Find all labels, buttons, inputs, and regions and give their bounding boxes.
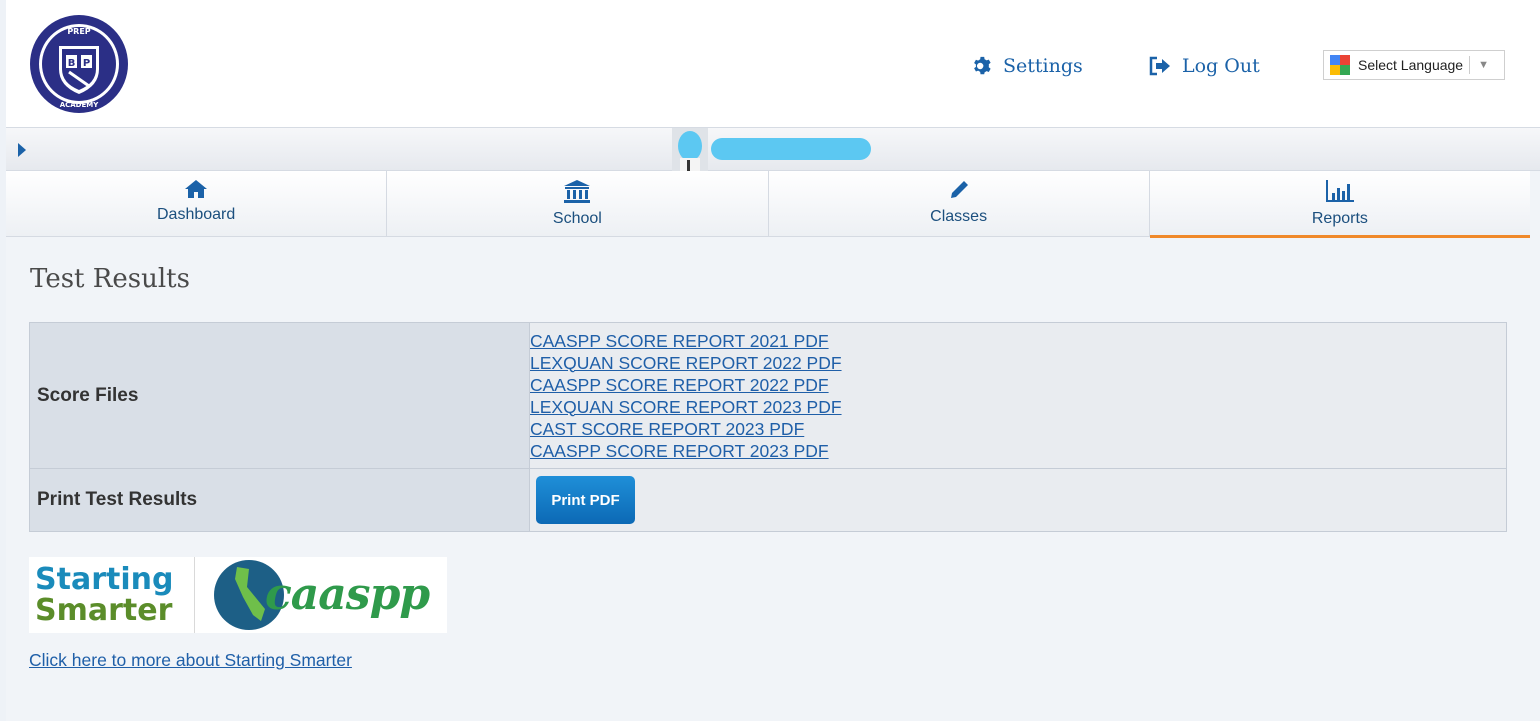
tab-label: School bbox=[552, 210, 602, 227]
table-row: Score Files CAASPP SCORE REPORT 2021 PDF… bbox=[29, 322, 1507, 469]
school-logo[interactable]: B P PREP ACADEMY bbox=[29, 14, 129, 114]
score-file-link[interactable]: CAASPP SCORE REPORT 2022 PDF bbox=[530, 374, 1506, 396]
page-title: Test Results bbox=[30, 264, 190, 294]
print-results-cell: Print PDF bbox=[529, 468, 1507, 532]
header: B P PREP ACADEMY Settings Log Out Select… bbox=[6, 0, 1540, 127]
print-pdf-button[interactable]: Print PDF bbox=[536, 476, 635, 524]
page: B P PREP ACADEMY Settings Log Out Select… bbox=[6, 0, 1540, 721]
pencil-icon bbox=[950, 181, 968, 198]
score-file-link[interactable]: CAST SCORE REPORT 2023 PDF bbox=[530, 418, 1506, 440]
bar-chart-icon bbox=[1325, 180, 1354, 202]
starting-smarter-link[interactable]: Click here to more about Starting Smarte… bbox=[29, 650, 352, 671]
svg-text:ACADEMY: ACADEMY bbox=[60, 101, 100, 109]
score-file-link[interactable]: CAASPP SCORE REPORT 2021 PDF bbox=[530, 330, 1506, 352]
caaspp-wordmark: caaspp bbox=[265, 569, 430, 620]
tab-classes[interactable]: Classes bbox=[768, 171, 1150, 237]
logout-link[interactable]: Log Out bbox=[1148, 52, 1260, 80]
sign-out-icon bbox=[1149, 56, 1170, 76]
language-select[interactable]: Select Language ▼ bbox=[1323, 50, 1505, 80]
logout-label: Log Out bbox=[1182, 55, 1260, 77]
starting-smarter-logo: Starting Smarter bbox=[29, 557, 195, 633]
banner-line1: Starting bbox=[35, 562, 174, 597]
starting-smarter-banner[interactable]: Starting Smarter caaspp bbox=[29, 557, 447, 633]
settings-label: Settings bbox=[1003, 55, 1083, 77]
user-bar: oski bbox=[6, 127, 1540, 171]
print-results-label: Print Test Results bbox=[29, 468, 530, 532]
table-row: Print Test Results Print PDF bbox=[29, 468, 1507, 532]
gear-icon bbox=[974, 56, 991, 75]
main-nav-tabs: Dashboard School Classes Reports bbox=[6, 171, 1530, 238]
tab-dashboard[interactable]: Dashboard bbox=[6, 171, 388, 237]
score-file-link[interactable]: LEXQUAN SCORE REPORT 2022 PDF bbox=[530, 352, 1506, 374]
score-file-link[interactable]: CAASPP SCORE REPORT 2023 PDF bbox=[530, 440, 1506, 462]
divider bbox=[1469, 56, 1471, 74]
settings-link[interactable]: Settings bbox=[971, 52, 1083, 80]
dropdown-arrow-icon: ▼ bbox=[1478, 59, 1489, 71]
score-files-list: CAASPP SCORE REPORT 2021 PDF LEXQUAN SCO… bbox=[529, 322, 1507, 469]
test-results-table: Score Files CAASPP SCORE REPORT 2021 PDF… bbox=[29, 322, 1507, 532]
tab-school[interactable]: School bbox=[387, 171, 769, 237]
expand-arrow-icon[interactable] bbox=[18, 143, 26, 157]
svg-text:P: P bbox=[83, 58, 90, 69]
institution-icon bbox=[564, 180, 591, 203]
google-translate-icon bbox=[1330, 55, 1350, 75]
svg-text:B: B bbox=[68, 58, 76, 69]
tab-reports[interactable]: Reports bbox=[1149, 171, 1530, 238]
tab-label: Dashboard bbox=[156, 206, 236, 223]
avatar-image bbox=[672, 128, 708, 171]
score-files-label: Score Files bbox=[29, 322, 530, 469]
caaspp-logo: caaspp bbox=[195, 557, 445, 633]
tab-label: Reports bbox=[1311, 210, 1368, 227]
banner-line2: Smarter bbox=[35, 593, 173, 628]
svg-text:PREP: PREP bbox=[67, 27, 90, 36]
home-icon bbox=[185, 180, 208, 198]
tab-label: Classes bbox=[930, 208, 988, 225]
language-label: Select Language bbox=[1358, 57, 1464, 73]
redaction-mark bbox=[711, 138, 871, 160]
score-file-link[interactable]: LEXQUAN SCORE REPORT 2023 PDF bbox=[530, 396, 1506, 418]
avatar[interactable] bbox=[672, 128, 708, 171]
